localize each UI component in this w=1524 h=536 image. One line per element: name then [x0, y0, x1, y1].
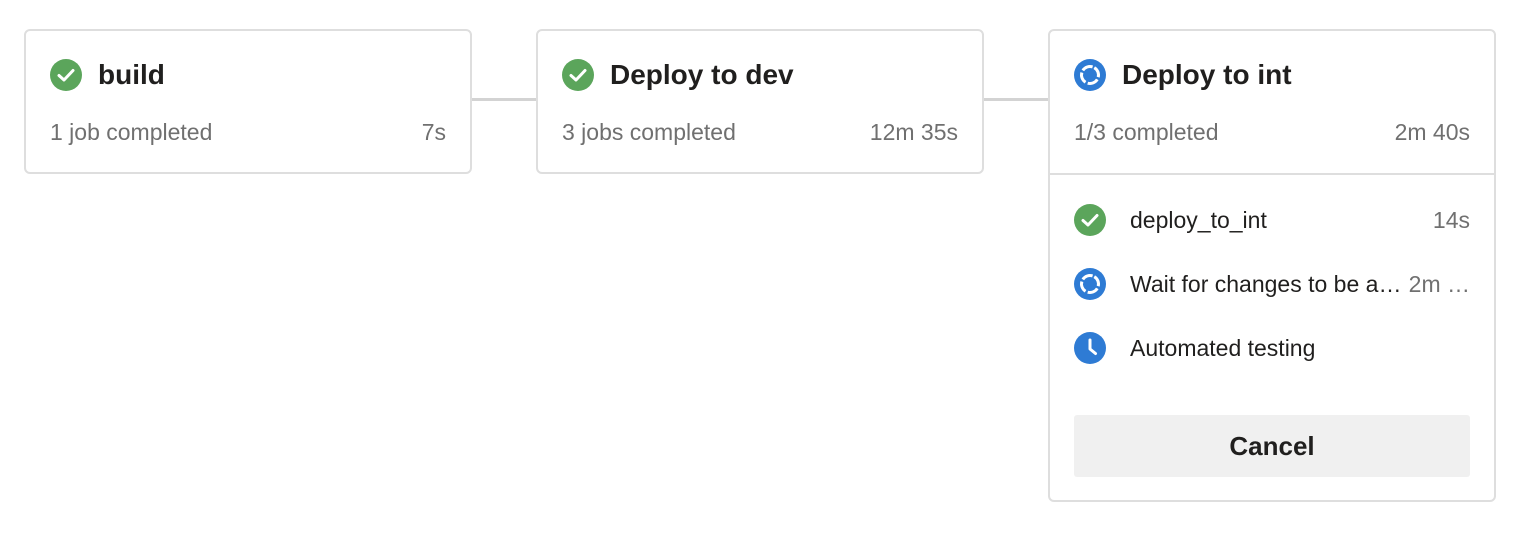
job-name: Wait for changes to be approved	[1130, 270, 1409, 297]
stage-title: Deploy to int	[1122, 59, 1292, 90]
stage-divider	[1050, 173, 1494, 175]
running-spinner-icon	[1074, 268, 1106, 300]
success-check-icon	[1074, 204, 1106, 236]
success-check-icon	[562, 59, 594, 91]
queued-clock-icon	[1074, 332, 1106, 364]
job-duration: 2m …	[1408, 270, 1470, 297]
stage-summary: 3 jobs completed	[562, 119, 736, 145]
job-list: deploy_to_int 14s Wait for changes to be…	[1050, 188, 1494, 380]
job-name: Automated testing	[1130, 334, 1316, 361]
cancel-button[interactable]: Cancel	[1074, 415, 1470, 477]
stage-summary: 1/3 completed	[1074, 119, 1219, 145]
job-item-deploy-to-int[interactable]: deploy_to_int 14s	[1074, 188, 1470, 252]
stage-title: Deploy to dev	[610, 59, 794, 90]
job-item-automated-testing[interactable]: Automated testing	[1074, 316, 1470, 380]
stage-card-deploy-to-int[interactable]: Deploy to int 1/3 completed 2m 40s deplo…	[1048, 29, 1496, 502]
stage-connector	[982, 98, 1050, 101]
stage-summary: 1 job completed	[50, 119, 213, 145]
success-check-icon	[50, 59, 82, 91]
stage-title: build	[98, 59, 165, 90]
job-duration: 14s	[1432, 206, 1470, 233]
job-item-wait-for-approval[interactable]: Wait for changes to be approved 2m …	[1074, 252, 1470, 316]
stage-card-build[interactable]: build 1 job completed 7s	[24, 29, 472, 174]
stage-duration: 2m 40s	[1394, 119, 1470, 145]
running-spinner-icon	[1074, 59, 1106, 91]
stage-card-deploy-to-dev[interactable]: Deploy to dev 3 jobs completed 12m 35s	[536, 29, 984, 174]
job-name: deploy_to_int	[1130, 206, 1267, 233]
stage-connector	[470, 98, 538, 101]
stage-duration: 12m 35s	[869, 119, 958, 145]
stage-duration: 7s	[421, 119, 446, 145]
